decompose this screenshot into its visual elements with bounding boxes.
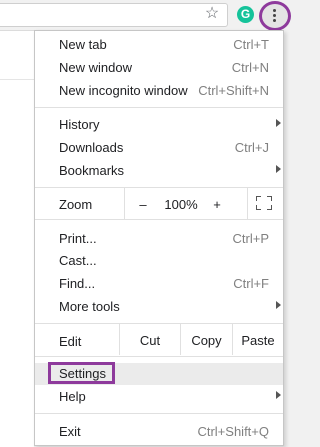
- menu-item-label: New window: [59, 60, 132, 75]
- menu-separator: [35, 413, 283, 414]
- menu-item-history[interactable]: History: [35, 114, 283, 136]
- copy-button[interactable]: Copy: [181, 333, 232, 348]
- bookmark-star-icon[interactable]: ☆: [204, 6, 220, 22]
- menu-item-shortcut: Ctrl+N: [231, 60, 269, 75]
- grammarly-extension-icon[interactable]: G: [237, 6, 254, 23]
- menu-separator: [35, 219, 283, 220]
- menu-item-new-tab[interactable]: New tab Ctrl+T: [35, 34, 283, 56]
- menu-item-label: Print...: [59, 231, 97, 246]
- fullscreen-icon[interactable]: [256, 196, 272, 210]
- chrome-menu-button[interactable]: [259, 1, 291, 31]
- menu-item-label: Find...: [59, 276, 96, 291]
- menu-item-more-tools[interactable]: More tools: [35, 296, 283, 318]
- menu-item-shortcut: Ctrl+Shift+N: [198, 83, 269, 98]
- menu-item-label: History: [59, 117, 100, 132]
- menu-item-label: New tab: [59, 37, 107, 52]
- zoom-label: Zoom: [59, 197, 93, 212]
- menu-item-print[interactable]: Print... Ctrl+P: [35, 228, 283, 250]
- menu-item-label: Help: [59, 389, 86, 404]
- menu-item-downloads[interactable]: Downloads Ctrl+J: [35, 137, 283, 159]
- zoom-level: 100%: [164, 197, 198, 212]
- paste-button[interactable]: Paste: [233, 333, 283, 348]
- page-content: [0, 30, 34, 447]
- menu-item-shortcut: Ctrl+T: [233, 37, 269, 52]
- settings-annotation-box: [48, 362, 115, 384]
- menu-item-label: More tools: [59, 299, 120, 314]
- zoom-out-button[interactable]: –: [131, 197, 155, 212]
- zoom-in-button[interactable]: +: [205, 197, 229, 212]
- cut-button[interactable]: Cut: [120, 333, 180, 348]
- menu-item-label: Downloads: [59, 140, 124, 155]
- vertical-dots-icon: [273, 9, 277, 24]
- edit-label: Edit: [59, 334, 82, 349]
- chrome-main-menu: New tab Ctrl+T New window Ctrl+N New inc…: [34, 30, 284, 446]
- menu-item-help[interactable]: Help: [35, 386, 283, 408]
- menu-item-new-incognito-window[interactable]: New incognito window Ctrl+Shift+N: [35, 80, 283, 102]
- submenu-arrow-icon: [276, 391, 281, 399]
- menu-item-label: Bookmarks: [59, 163, 125, 178]
- menu-item-find[interactable]: Find... Ctrl+F: [35, 273, 283, 295]
- menu-item-label: Cast...: [59, 253, 97, 268]
- menu-separator: [35, 356, 283, 357]
- submenu-arrow-icon: [276, 165, 281, 173]
- menu-item-label: New incognito window: [59, 83, 188, 98]
- menu-item-shortcut: Ctrl+Shift+Q: [197, 424, 269, 439]
- menu-item-cast[interactable]: Cast...: [35, 250, 283, 272]
- menu-item-shortcut: Ctrl+J: [234, 140, 269, 155]
- address-bar[interactable]: [0, 3, 228, 27]
- submenu-arrow-icon: [276, 119, 281, 127]
- menu-item-label: Exit: [59, 424, 81, 439]
- menu-item-shortcut: Ctrl+P: [232, 231, 269, 246]
- menu-separator: [35, 107, 283, 108]
- menu-item-new-window[interactable]: New window Ctrl+N: [35, 57, 283, 79]
- menu-item-bookmarks[interactable]: Bookmarks: [35, 160, 283, 182]
- menu-item-shortcut: Ctrl+F: [233, 276, 269, 291]
- menu-item-exit[interactable]: Exit Ctrl+Shift+Q: [35, 421, 283, 443]
- submenu-arrow-icon: [276, 301, 281, 309]
- browser-toolbar: ☆ G: [0, 0, 294, 31]
